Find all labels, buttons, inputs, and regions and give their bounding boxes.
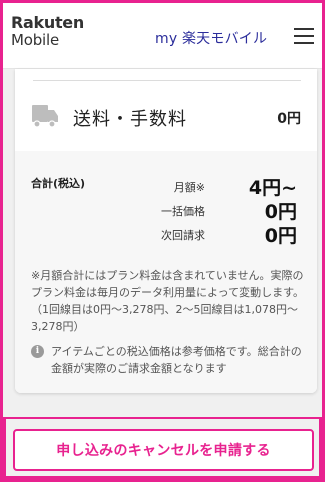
lump-sum-label: 一括価格 — [161, 205, 205, 218]
next-billing-value: 0円 — [264, 225, 297, 247]
price-info-note: i アイテムごとの税込価格は参考価格です。総合計の金額が実際のご請求金額となりま… — [31, 343, 306, 377]
app-header: Rakuten Mobile my 楽天モバイル — [3, 3, 322, 69]
rakuten-mobile-logo[interactable]: Rakuten Mobile — [11, 15, 84, 48]
info-icon: i — [31, 345, 44, 358]
lump-sum-value: 0円 — [264, 201, 297, 223]
order-summary-card: 送料・手数料 0円 合計(税込) 月額※ 4円~ 一括価格 0円 次回請求 0円… — [15, 69, 317, 393]
shipping-value: 0円 — [277, 111, 301, 127]
next-billing-label: 次回請求 — [161, 229, 205, 242]
shipping-label: 送料・手数料 — [73, 109, 187, 130]
lump-sum-price-row: 一括価格 0円 — [15, 197, 317, 223]
monthly-value: 4円~ — [248, 177, 297, 199]
hamburger-menu-icon[interactable] — [294, 28, 314, 46]
next-billing-row: 次回請求 0円 — [15, 221, 317, 247]
plan-fee-note: ※月額合計にはプラン料金は含まれていません。実際のプラン料金は毎月のデータ利用量… — [31, 269, 305, 333]
monthly-label: 月額※ — [173, 181, 205, 194]
truck-icon — [31, 103, 59, 133]
shipping-fee-row: 送料・手数料 0円 — [31, 99, 301, 139]
cancel-footer: 申し込みのキャンセルを申請する — [3, 417, 322, 479]
cancel-application-button[interactable]: 申し込みのキャンセルを申請する — [13, 429, 314, 471]
logo-line2: Mobile — [11, 31, 60, 49]
brand-title[interactable]: my 楽天モバイル — [155, 28, 267, 48]
price-info-text: アイテムごとの税込価格は参考価格です。総合計の金額が実際のご請求金額となります — [51, 345, 302, 375]
divider — [33, 80, 301, 81]
total-summary: 合計(税込) 月額※ 4円~ 一括価格 0円 次回請求 0円 ※月額合計にはプラ… — [15, 151, 317, 393]
logo-line1: Rakuten — [11, 13, 84, 32]
monthly-price-row: 月額※ 4円~ — [15, 173, 317, 199]
